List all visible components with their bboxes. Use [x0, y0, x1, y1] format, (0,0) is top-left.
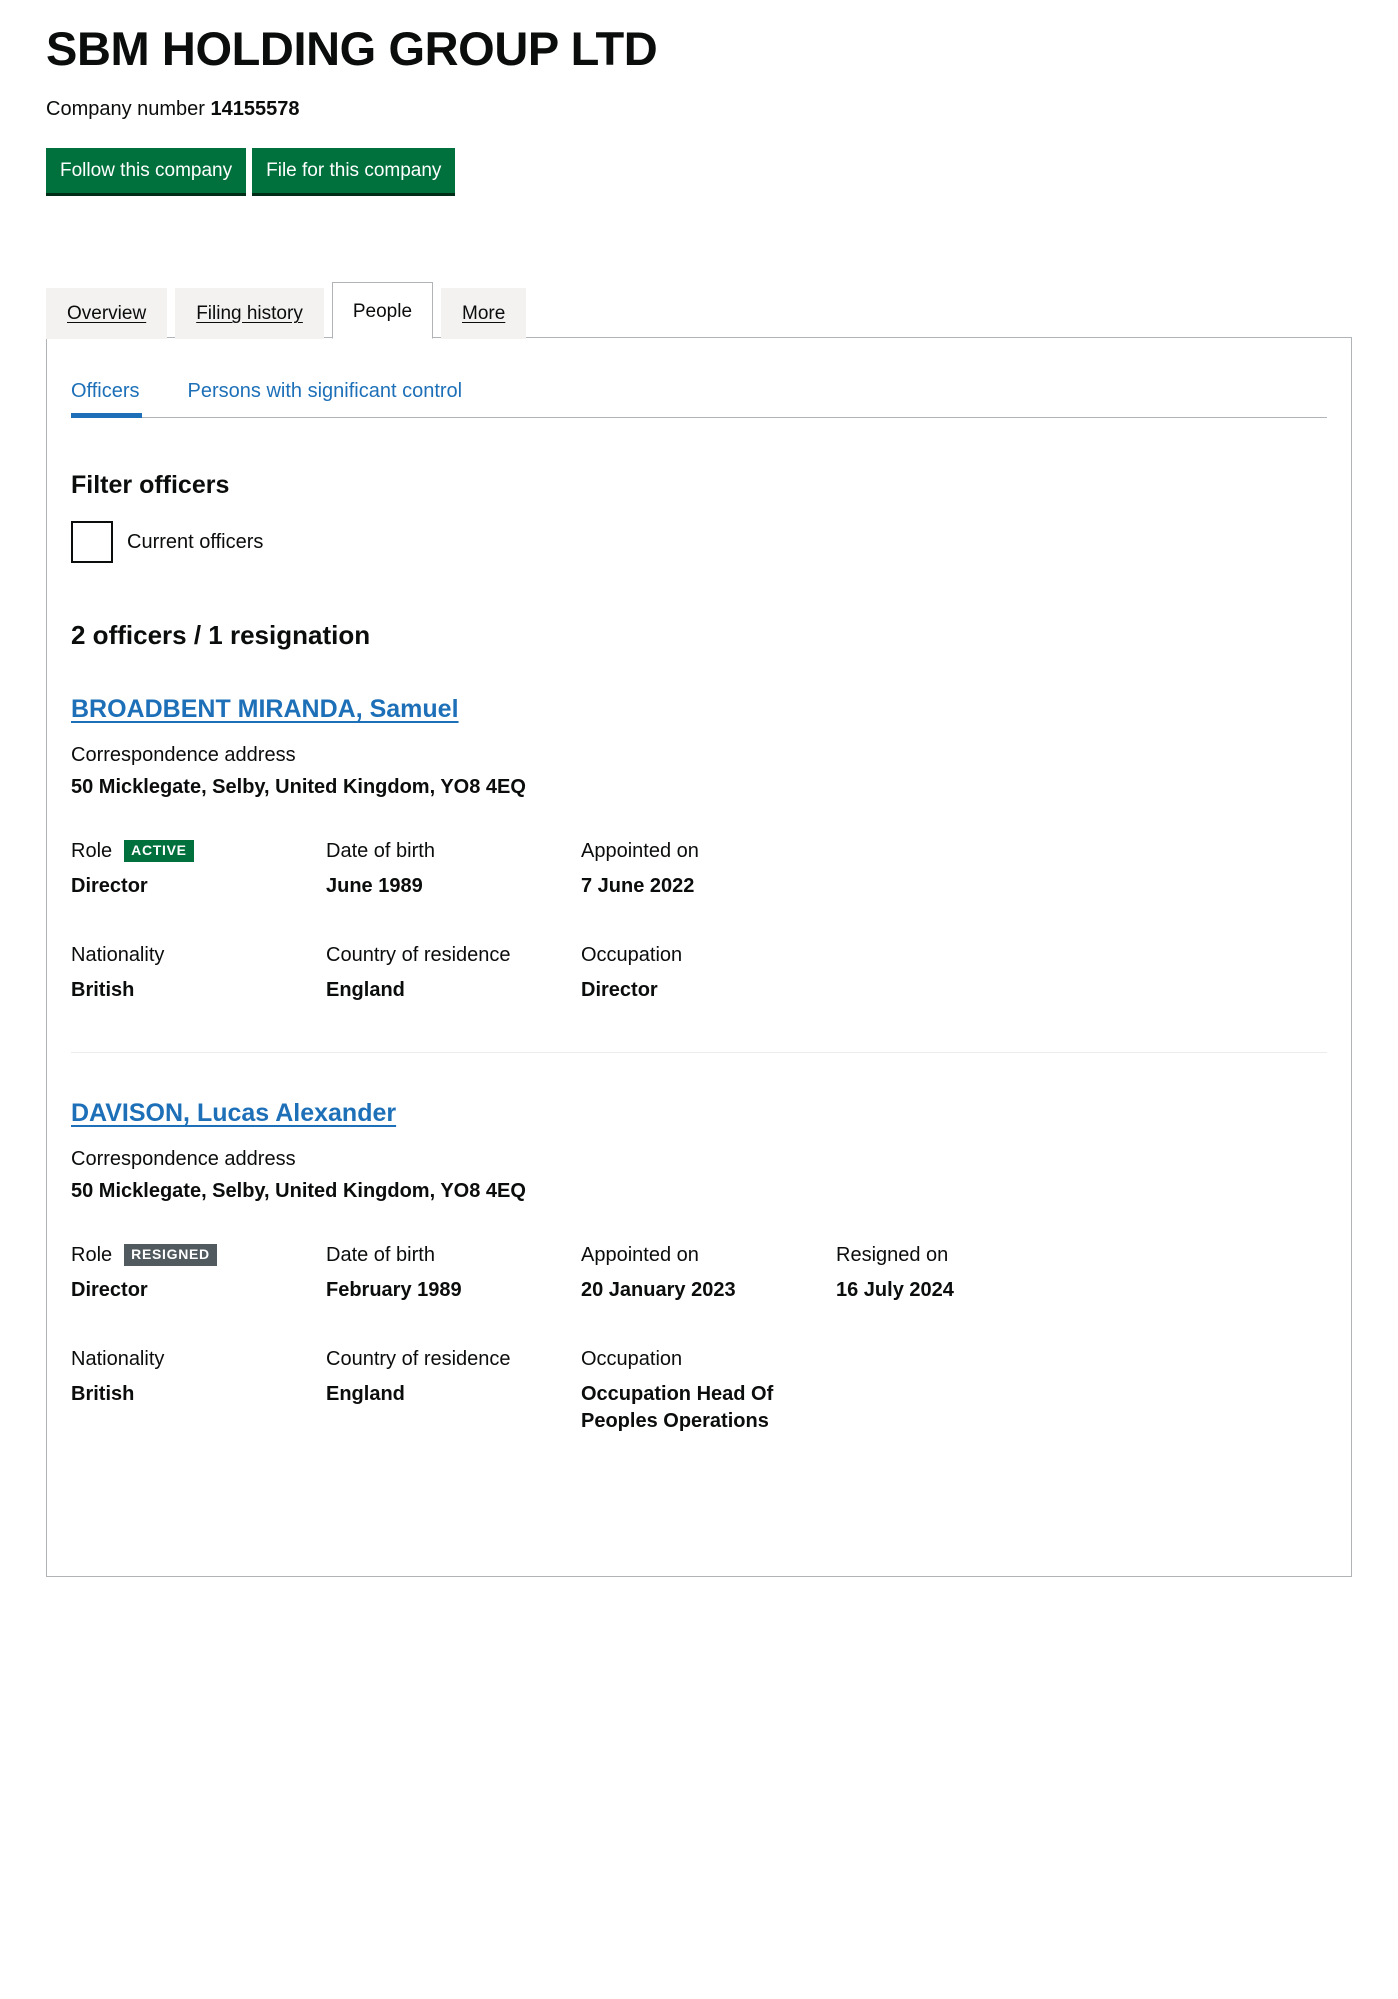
empty-cell	[836, 1346, 1091, 1435]
resigned-on-value: 16 July 2024	[836, 1278, 954, 1301]
officers-summary-heading: 2 officers / 1 resignation	[71, 619, 371, 650]
tab-overview[interactable]: Overview	[46, 288, 168, 340]
company-number-value: 14155578	[210, 98, 300, 121]
company-number-label: Company number	[46, 98, 205, 121]
date-of-birth-cell: Date of birth February 1989	[326, 1242, 581, 1304]
officer-detail-row-secondary: Nationality British Country of residence…	[71, 942, 1327, 1004]
company-people-page: SBM HOLDING GROUP LTD Company number 141…	[0, 0, 1398, 1999]
occupation-value: Director	[581, 979, 658, 1002]
subtab-persons-with-significant-control[interactable]: Persons with significant control	[188, 369, 465, 418]
appointed-on-cell: Appointed on 20 January 2023	[581, 1242, 836, 1304]
occupation-value: Occupation Head Of Peoples Operations	[581, 1382, 774, 1432]
role-label: Role	[71, 1243, 113, 1266]
appointed-on-value: 20 January 2023	[581, 1278, 736, 1301]
appointed-on-label: Appointed on	[581, 1243, 699, 1266]
company-number: Company number 14155578	[46, 96, 1352, 122]
appointed-on-value: 7 June 2022	[581, 875, 695, 898]
empty-cell	[836, 942, 1091, 1004]
page-title: SBM HOLDING GROUP LTD	[46, 22, 658, 75]
correspondence-address-value: 50 Micklegate, Selby, United Kingdom, YO…	[71, 776, 526, 799]
correspondence-address-label: Correspondence address	[71, 1147, 296, 1170]
role-label: Role	[71, 840, 113, 863]
date-of-birth-value: February 1989	[326, 1278, 462, 1301]
occupation-cell: Occupation Occupation Head Of Peoples Op…	[581, 1346, 836, 1435]
country-of-residence-value: England	[326, 1382, 405, 1405]
officer-name-link[interactable]: DAVISON, Lucas Alexander	[71, 1099, 396, 1128]
follow-company-button[interactable]: Follow this company	[46, 148, 247, 197]
officer-entry: DAVISON, Lucas Alexander Correspondence …	[71, 1052, 1327, 1435]
date-of-birth-value: June 1989	[326, 875, 423, 898]
tab-filing-history[interactable]: Filing history	[175, 288, 324, 340]
date-of-birth-label: Date of birth	[326, 840, 435, 863]
tabs-section: Overview Filing history People More Offi…	[46, 281, 1352, 1578]
role-label-wrap: Role RESIGNED	[71, 1242, 326, 1268]
people-tab-panel: Officers Persons with significant contro…	[46, 337, 1352, 1578]
action-buttons: Follow this company File for this compan…	[46, 148, 1352, 197]
file-for-company-button[interactable]: File for this company	[252, 148, 456, 197]
nationality-cell: Nationality British	[71, 1346, 326, 1435]
role-label-wrap: Role ACTIVE	[71, 838, 326, 864]
nationality-cell: Nationality British	[71, 942, 326, 1004]
current-officers-label: Current officers	[127, 530, 264, 553]
nationality-value: British	[71, 979, 135, 1002]
country-of-residence-cell: Country of residence England	[326, 1346, 581, 1435]
correspondence-address-label: Correspondence address	[71, 744, 296, 767]
nationality-value: British	[71, 1382, 135, 1405]
role-value: Director	[71, 1278, 148, 1301]
country-of-residence-value: England	[326, 979, 405, 1002]
occupation-label: Occupation	[581, 944, 683, 967]
people-subtab-bar: Officers Persons with significant contro…	[71, 368, 1327, 419]
role-value: Director	[71, 875, 148, 898]
primary-tab-strip: Overview Filing history People More	[46, 281, 1352, 340]
role-cell: Role ACTIVE Director	[71, 838, 326, 900]
country-of-residence-cell: Country of residence England	[326, 942, 581, 1004]
officer-detail-row-primary: Role ACTIVE Director Date of birth June …	[71, 838, 1327, 900]
role-cell: Role RESIGNED Director	[71, 1242, 326, 1304]
current-officers-checkbox[interactable]	[71, 520, 113, 563]
officer-detail-row-primary: Role RESIGNED Director Date of birth Feb…	[71, 1242, 1327, 1304]
subtab-officers[interactable]: Officers	[71, 369, 142, 419]
status-badge: RESIGNED	[124, 1244, 217, 1266]
occupation-cell: Occupation Director	[581, 942, 836, 1004]
country-of-residence-label: Country of residence	[326, 944, 511, 967]
appointed-on-label: Appointed on	[581, 840, 699, 863]
officer-detail-row-secondary: Nationality British Country of residence…	[71, 1346, 1327, 1435]
tab-people[interactable]: People	[331, 282, 434, 340]
empty-cell	[836, 838, 1091, 900]
filter-heading: Filter officers	[71, 471, 230, 500]
officer-entry: BROADBENT MIRANDA, Samuel Correspondence…	[71, 649, 1327, 1004]
resigned-on-cell: Resigned on 16 July 2024	[836, 1242, 1091, 1304]
correspondence-address-value: 50 Micklegate, Selby, United Kingdom, YO…	[71, 1179, 526, 1202]
occupation-label: Occupation	[581, 1347, 683, 1370]
appointed-on-cell: Appointed on 7 June 2022	[581, 838, 836, 900]
tab-more[interactable]: More	[441, 288, 527, 340]
nationality-label: Nationality	[71, 1347, 165, 1370]
current-officers-filter[interactable]: Current officers	[71, 520, 264, 563]
officer-name-link[interactable]: BROADBENT MIRANDA, Samuel	[71, 695, 459, 724]
resigned-on-label: Resigned on	[836, 1243, 949, 1266]
status-badge: ACTIVE	[124, 840, 194, 862]
country-of-residence-label: Country of residence	[326, 1347, 511, 1370]
nationality-label: Nationality	[71, 944, 165, 967]
date-of-birth-cell: Date of birth June 1989	[326, 838, 581, 900]
date-of-birth-label: Date of birth	[326, 1243, 435, 1266]
